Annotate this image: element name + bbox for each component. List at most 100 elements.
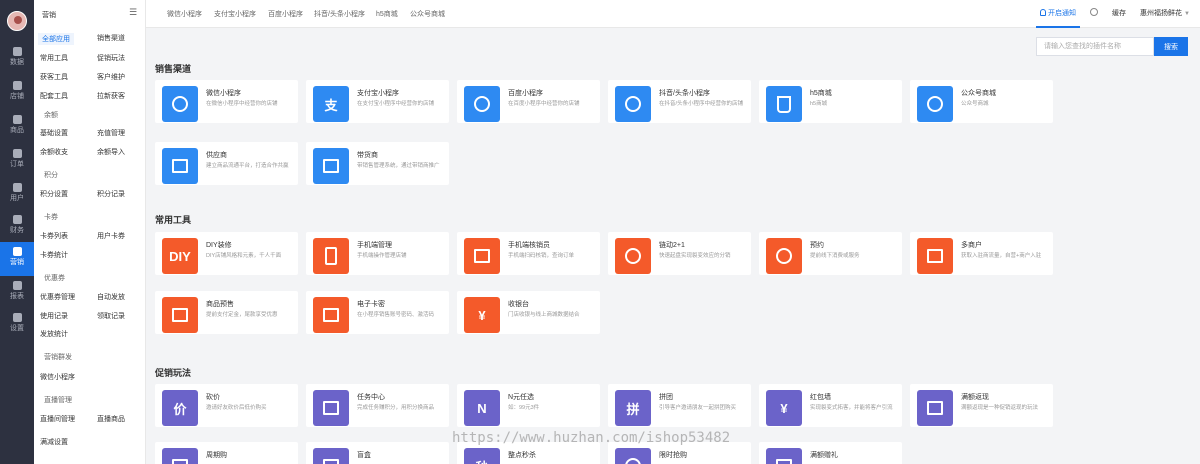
app-card-full-gift[interactable]: 满额赠礼 — [759, 442, 902, 464]
app-card-presale[interactable]: 商品预售 提前支付定金，尾款享受优惠 — [155, 291, 298, 334]
cashier-monitor-icon: ¥ — [464, 297, 500, 333]
sidebar-link-balance-settings[interactable]: 基础设置 — [40, 128, 68, 138]
rail-item-orders[interactable]: 订单 — [0, 144, 34, 178]
app-card-douyin-miniapp[interactable]: 抖音/头条小程序 在抖音/头条小程序中经营你的店铺 — [608, 80, 751, 123]
download-button[interactable] — [1090, 0, 1098, 28]
app-card-n-choice[interactable]: N N元任选 如：99元3件 — [457, 384, 600, 427]
rail-item-marketing[interactable]: 营销 — [0, 242, 34, 276]
rail-item-goods[interactable]: 商品 — [0, 110, 34, 144]
sidebar-link-points-settings[interactable]: 积分设置 — [40, 189, 68, 199]
app-card-alipay-miniapp[interactable]: 支 支付宝小程序 在支付宝小程序中经营你的店铺 — [306, 80, 449, 123]
card-name: 拼团 — [659, 394, 673, 401]
wechat-icon — [162, 86, 198, 122]
search-button[interactable]: 搜索 — [1154, 37, 1188, 56]
tab-baidu-miniapp[interactable]: 百度小程序 — [268, 9, 303, 19]
sidebar-link-balance-flow[interactable]: 余额收支 — [40, 147, 68, 157]
cache-button[interactable]: 缓存 — [1112, 0, 1126, 28]
search-input[interactable] — [1036, 37, 1154, 56]
sidebar-link-coupon-mgmt[interactable]: 优惠券管理 — [40, 292, 75, 302]
app-card-wx-miniapp[interactable]: 微信小程序 在微信小程序中经营你的店铺 — [155, 80, 298, 123]
sidebar-link-referral[interactable]: 拉新获客 — [97, 91, 125, 101]
sidebar-link-delivery-tools[interactable]: 配套工具 — [40, 91, 68, 101]
tab-douyin-miniapp[interactable]: 抖音/头条小程序 — [314, 9, 365, 19]
user-menu[interactable]: 惠州福扬鲜花 ▼ — [1140, 0, 1190, 28]
card-desc: 在抖音/头条小程序中经营你的店铺 — [659, 101, 744, 107]
app-card-reseller[interactable]: 带货商 带销售管理系统，通过带销商推广 — [306, 142, 449, 185]
tab-wx-miniapp[interactable]: 微信小程序 — [167, 9, 202, 19]
rail-item-settings[interactable]: 设置 — [0, 308, 34, 342]
tab-official-account-mall[interactable]: 公众号商城 — [410, 9, 445, 19]
gear-icon — [12, 313, 22, 322]
chevron-down-icon: ▼ — [1184, 11, 1190, 17]
card-name: h5商城 — [810, 90, 832, 97]
app-card-cashback[interactable]: 满额返现 满额返现是一种促销返现的玩法 — [910, 384, 1053, 427]
sidebar-link-auto-issue[interactable]: 自动发放 — [97, 292, 125, 302]
card-desc: 快速起盘实现裂变效应的分销 — [659, 253, 731, 259]
sidebar-link-usage-log[interactable]: 使用记录 — [40, 311, 68, 321]
sidebar-link-common-tools[interactable]: 常用工具 — [40, 53, 68, 63]
card-name: 预约 — [810, 242, 824, 249]
app-card-multi-merchant[interactable]: 多商户 获取入驻商流量，自营+商户入驻 — [910, 232, 1053, 275]
section-title-channels: 销售渠道 — [155, 64, 192, 74]
card-name: 微信小程序 — [206, 90, 241, 97]
app-card-group-buy[interactable]: 拼 拼团 引导客户邀请朋友一起拼团购买 — [608, 384, 751, 427]
app-card-booking[interactable]: 预约 提前线下消费或服务 — [759, 232, 902, 275]
app-card-diy[interactable]: DIY DIY装修 DIY店铺风格和元素，千人千面 — [155, 232, 298, 275]
app-card-task-center[interactable]: 任务中心 完成任务赚积分，用积分换商品 — [306, 384, 449, 427]
card-name: 电子卡密 — [357, 301, 385, 308]
sidebar-link-all-apps[interactable]: 全部应用 — [38, 33, 74, 45]
app-card-h5-mall[interactable]: h5商城 h5商城 — [759, 80, 902, 123]
sidebar-link-balance-import[interactable]: 余额导入 — [97, 147, 125, 157]
app-card-official-account[interactable]: 公众号商城 公众号商城 — [910, 80, 1053, 123]
card-desc: 如：99元3件 — [508, 405, 540, 411]
app-card-blind-box[interactable]: 盲盒 — [306, 442, 449, 464]
app-card-red-packet-wall[interactable]: ¥ 红包墙 实现裂变式拓客，并能将客户引流 — [759, 384, 902, 427]
tab-h5-mall[interactable]: h5商城 — [376, 9, 398, 19]
bell-icon — [1040, 9, 1046, 16]
tab-alipay-miniapp[interactable]: 支付宝小程序 — [214, 9, 256, 19]
sidebar-link-customer-care[interactable]: 客户维护 — [97, 72, 125, 82]
menu-toggle-icon[interactable]: ☰ — [129, 8, 138, 17]
app-card-mobile-admin[interactable]: 手机端管理 手机端操作管理店铺 — [306, 232, 449, 275]
app-card-supplier[interactable]: 供应商 建立商品流通平台，打造合作共赢 — [155, 142, 298, 185]
sidebar-link-card-stats[interactable]: 卡券统计 — [40, 250, 68, 260]
main-nav-rail: 数据 店铺 商品 订单 用户 财务 营销 报表 设置 — [0, 0, 34, 464]
finance-icon — [12, 215, 22, 224]
card-name: 公众号商城 — [961, 90, 996, 97]
sidebar-link-claim-log[interactable]: 领取记录 — [97, 311, 125, 321]
sidebar-link-issue-stats[interactable]: 发放统计 — [40, 329, 68, 339]
app-card-subscription[interactable]: 周期购 — [155, 442, 298, 464]
app-card-bargain[interactable]: 价 砍价 邀请好友砍价后低价购买 — [155, 384, 298, 427]
group-buy-icon: 拼 — [615, 390, 651, 426]
sidebar-link-live-mgmt[interactable]: 直播间管理 — [40, 414, 75, 424]
app-card-link-2plus1[interactable]: 链动2+1 快速起盘实现裂变效应的分销 — [608, 232, 751, 275]
sidebar-link-points-log[interactable]: 积分记录 — [97, 189, 125, 199]
app-card-mobile-verifier[interactable]: 手机端核销员 手机端扫码核销，查询订单 — [457, 232, 600, 275]
gift-box-icon — [917, 390, 953, 426]
sidebar-link-sales-channels[interactable]: 销售渠道 — [97, 33, 125, 43]
diy-icon: DIY — [162, 238, 198, 274]
sidebar-link-recharge[interactable]: 充值管理 — [97, 128, 125, 138]
sidebar-link-wx-miniapp[interactable]: 微信小程序 — [40, 372, 75, 382]
app-card-e-card[interactable]: 电子卡密 在小程序销售账号密码、激活码 — [306, 291, 449, 334]
notify-button[interactable]: 开启通知 — [1036, 0, 1080, 28]
card-name: 盲盒 — [357, 452, 371, 459]
rail-item-data[interactable]: 数据 — [0, 42, 34, 76]
sidebar-link-acquire-tools[interactable]: 获客工具 — [40, 72, 68, 82]
card-desc: 建立商品流通平台，打造合作共赢 — [206, 163, 289, 169]
app-card-baidu-miniapp[interactable]: 百度小程序 在百度小程序中经营你的店铺 — [457, 80, 600, 123]
sidebar-link-card-list[interactable]: 卡券列表 — [40, 231, 68, 241]
sidebar-link-full-reduce[interactable]: 满减设置 — [40, 437, 68, 447]
sidebar-link-promo-play[interactable]: 促销玩法 — [97, 53, 125, 63]
rail-item-store[interactable]: 店铺 — [0, 76, 34, 110]
sidebar-link-user-cards[interactable]: 用户卡券 — [97, 231, 125, 241]
rail-item-users[interactable]: 用户 — [0, 178, 34, 212]
rail-item-finance[interactable]: 财务 — [0, 210, 34, 244]
rail-item-reports[interactable]: 报表 — [0, 276, 34, 310]
phone-icon — [313, 238, 349, 274]
sidebar-link-live-goods[interactable]: 直播商品 — [97, 414, 125, 424]
card-name: 链动2+1 — [659, 242, 685, 249]
app-card-cashier[interactable]: ¥ 收银台 门店收银与线上商城数据结合 — [457, 291, 600, 334]
card-name: N元任选 — [508, 394, 535, 401]
avatar[interactable] — [7, 11, 27, 31]
